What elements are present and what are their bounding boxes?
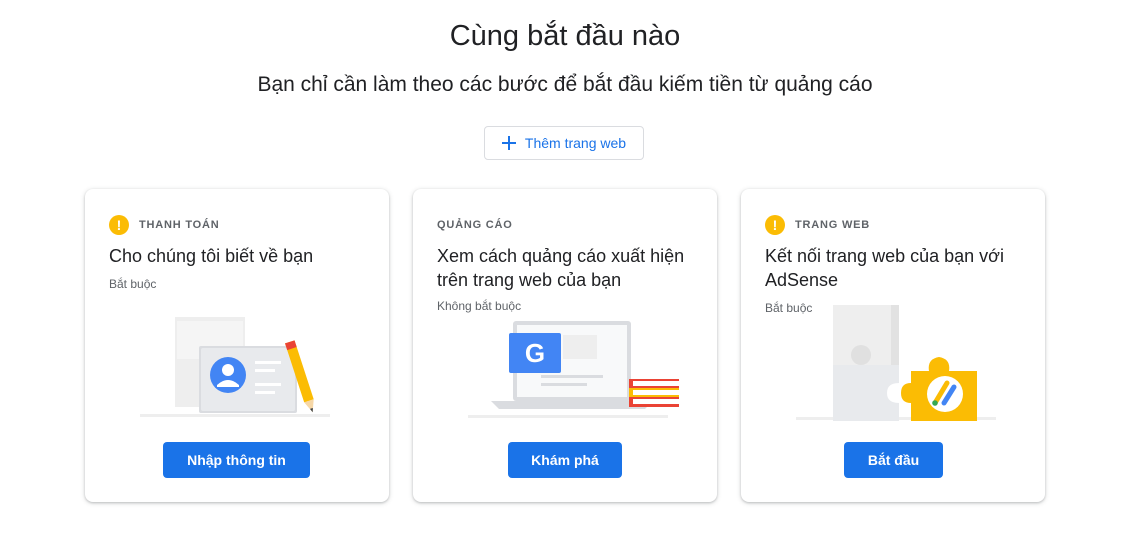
card-requirement: Bắt buộc xyxy=(109,277,157,291)
plus-icon xyxy=(501,136,516,150)
laptop-ad-illustration: G xyxy=(468,321,679,418)
card-ads: QUẢNG CÁO Xem cách quảng cáo xuất hiện t… xyxy=(413,189,717,502)
warning-icon: ! xyxy=(109,215,129,235)
card-sites: ! TRANG WEB Kết nối trang web của bạn vớ… xyxy=(741,189,1045,502)
add-site-label: Thêm trang web xyxy=(524,135,627,151)
warning-icon: ! xyxy=(765,215,785,235)
enter-info-button[interactable]: Nhập thông tin xyxy=(163,442,310,478)
explore-button[interactable]: Khám phá xyxy=(508,442,622,478)
card-category: THANH TOÁN xyxy=(139,219,220,231)
google-g-logo: G xyxy=(525,338,545,368)
card-heading: Xem cách quảng cáo xuất hiện trên trang … xyxy=(437,246,685,290)
card-payments: ! THANH TOÁN Cho chúng tôi biết về bạn B… xyxy=(85,189,389,502)
card-heading: Kết nối trang web của bạn với AdSense xyxy=(765,246,1004,290)
puzzle-adsense-illustration xyxy=(796,305,996,421)
card-category: TRANG WEB xyxy=(795,219,871,231)
start-button[interactable]: Bắt đầu xyxy=(844,442,943,478)
page-title: Cùng bắt đầu nào xyxy=(449,20,681,52)
page-subtitle: Bạn chỉ cần làm theo các bước để bắt đầu… xyxy=(257,73,873,96)
add-site-button[interactable]: Thêm trang web xyxy=(484,126,644,160)
id-card-illustration xyxy=(140,317,330,417)
card-heading: Cho chúng tôi biết về bạn xyxy=(109,246,314,266)
card-category: QUẢNG CÁO xyxy=(437,219,513,231)
